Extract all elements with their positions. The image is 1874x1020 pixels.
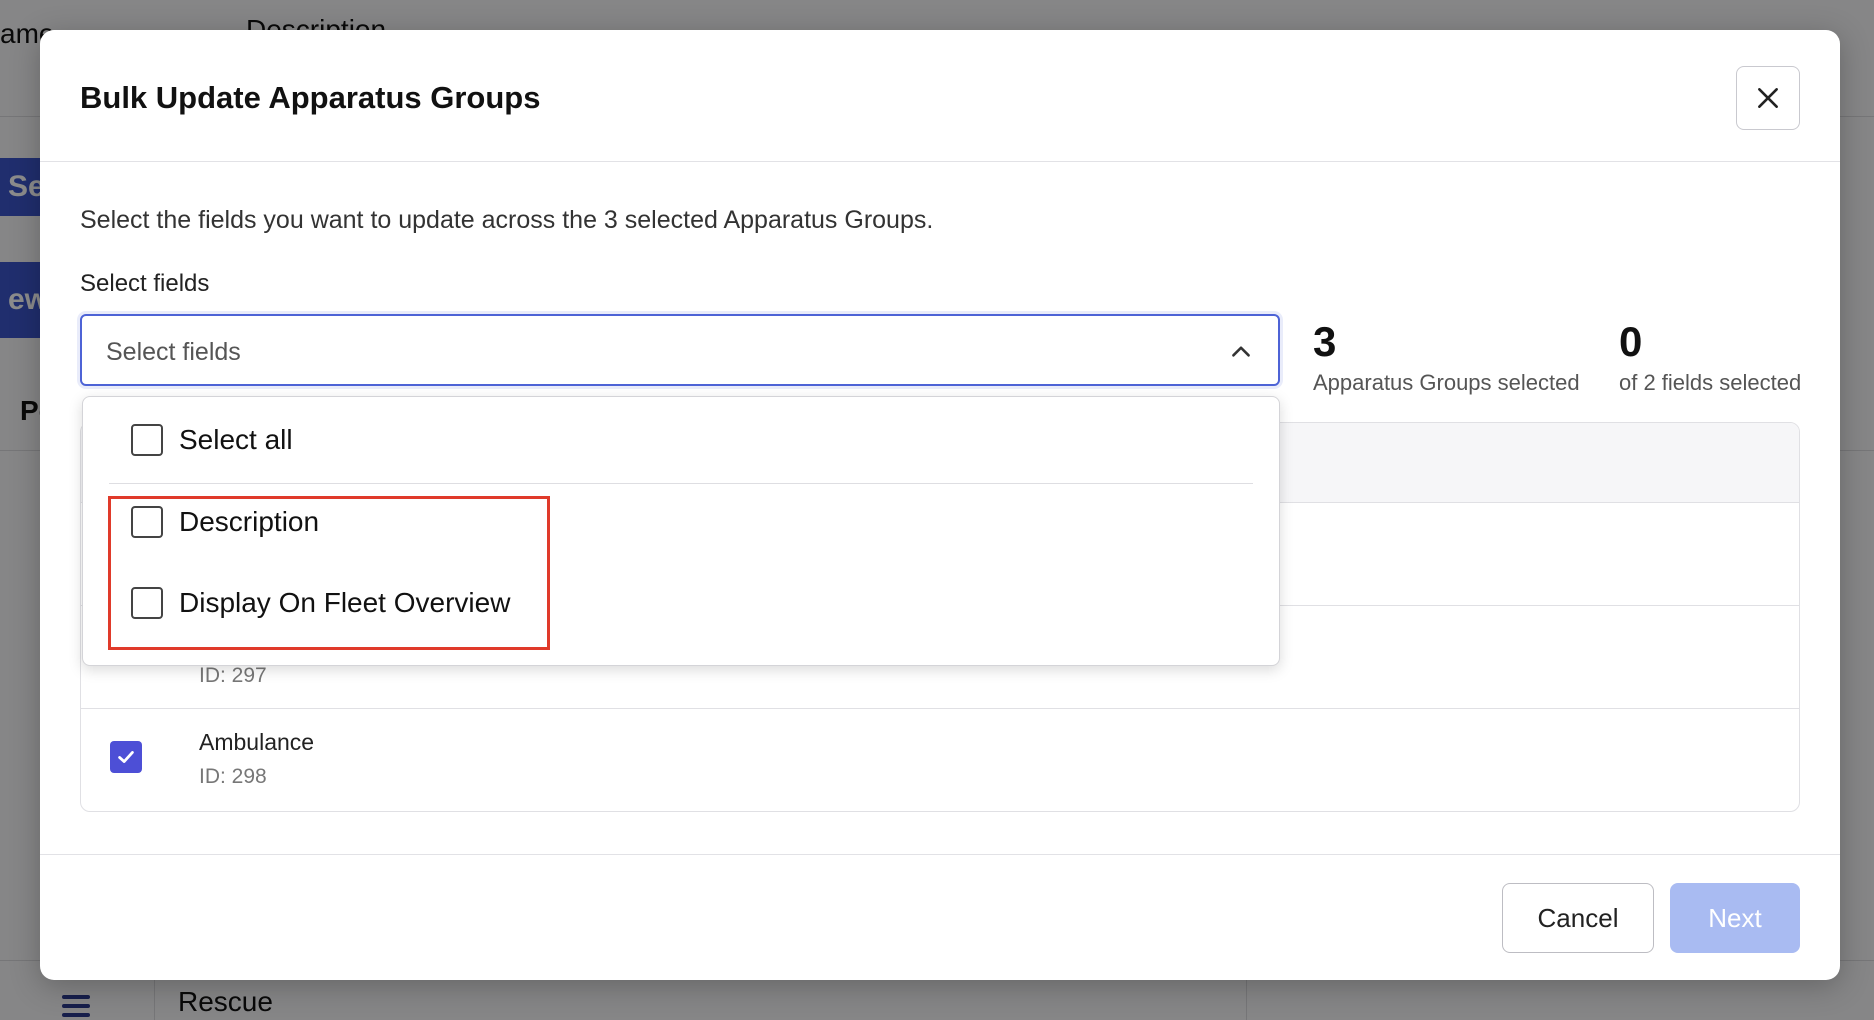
- select-fields-label: Select fields: [80, 270, 210, 297]
- close-button[interactable]: [1736, 66, 1800, 130]
- menu-divider: [109, 483, 1253, 484]
- option-select-all[interactable]: Select all: [131, 424, 293, 456]
- row-checkbox[interactable]: [110, 741, 142, 773]
- row-id: ID: 297: [199, 664, 267, 687]
- modal-footer: Cancel Next: [40, 854, 1840, 980]
- stat-value: 3: [1313, 318, 1337, 365]
- modal-header: Bulk Update Apparatus Groups: [40, 30, 1840, 162]
- modal-intro-text: Select the fields you want to update acr…: [80, 206, 934, 234]
- row-name: Ambulance: [199, 729, 315, 755]
- stat-label: of 2 fields selected: [1619, 370, 1802, 395]
- option-label: Select all: [179, 424, 293, 455]
- stat-label: Apparatus Groups selected: [1313, 370, 1580, 395]
- row-id: ID: 298: [199, 765, 267, 788]
- table-row[interactable]: Ambulance ID: 298: [81, 709, 1799, 811]
- cancel-button[interactable]: Cancel: [1502, 883, 1654, 953]
- apparatus-groups-selected-stat: 3 Apparatus Groups selected: [1313, 318, 1580, 396]
- close-icon: [1758, 88, 1778, 108]
- select-fields-dropdown[interactable]: Select fields: [80, 314, 1280, 386]
- fields-selected-stat: 0 of 2 fields selected: [1619, 318, 1801, 396]
- checkbox[interactable]: [131, 424, 163, 456]
- chevron-up-icon: [1232, 346, 1250, 357]
- highlight-annotation-box: [108, 496, 550, 650]
- next-button[interactable]: Next: [1670, 883, 1800, 953]
- select-fields-placeholder: Select fields: [106, 338, 241, 366]
- stat-value: 0: [1619, 318, 1643, 365]
- checkmark-icon: [118, 751, 134, 763]
- modal-title: Bulk Update Apparatus Groups: [80, 80, 541, 115]
